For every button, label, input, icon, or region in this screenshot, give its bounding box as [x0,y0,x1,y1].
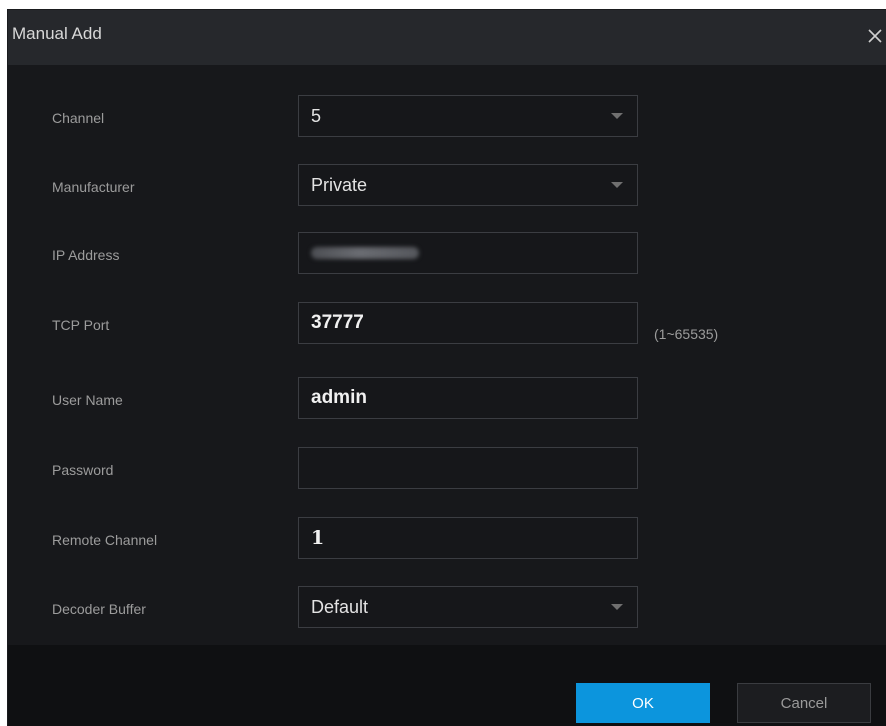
channel-select[interactable]: 5 [298,95,638,137]
chevron-down-icon [611,113,623,119]
close-icon[interactable] [864,24,886,48]
tcp-port-range-hint: (1~65535) [654,326,719,342]
cancel-button[interactable]: Cancel [737,683,871,723]
channel-value: 5 [311,105,322,126]
chevron-down-icon [611,604,623,610]
manufacturer-value: Private [311,174,368,195]
remote-channel-field[interactable]: 1 [298,517,638,559]
obscured-ip-value [311,247,419,259]
ip-address-label: IP Address [52,247,120,263]
remote-channel-label: Remote Channel [52,532,158,548]
user-name-label: User Name [52,392,123,408]
manufacturer-select[interactable]: Private [298,164,638,206]
manufacturer-label: Manufacturer [52,179,135,195]
form-body: Channel 5 Manufacturer Private IP Addres… [8,65,886,645]
user-name-field[interactable]: admin [298,377,638,419]
decoder-buffer-label: Decoder Buffer [52,601,146,617]
decoder-buffer-select[interactable]: Default [298,586,638,628]
tcp-port-value: 37777 [311,312,364,333]
title-bar: Manual Add [8,10,886,65]
tcp-port-field[interactable]: 37777 [298,302,638,344]
dialog-footer: OK Cancel [8,645,886,726]
user-name-value: admin [311,387,367,408]
remote-channel-value: 1 [311,527,325,549]
ok-button[interactable]: OK [576,683,710,723]
decoder-buffer-value: Default [311,596,369,617]
password-label: Password [52,462,114,478]
ip-address-field[interactable] [298,232,638,274]
tcp-port-label: TCP Port [52,317,110,333]
chevron-down-icon [611,182,623,188]
channel-label: Channel [52,110,105,126]
password-field[interactable] [298,447,638,489]
dialog-title: Manual Add [12,24,102,43]
manual-add-dialog: Manual Add Channel 5 Manufacturer Privat… [8,10,886,726]
